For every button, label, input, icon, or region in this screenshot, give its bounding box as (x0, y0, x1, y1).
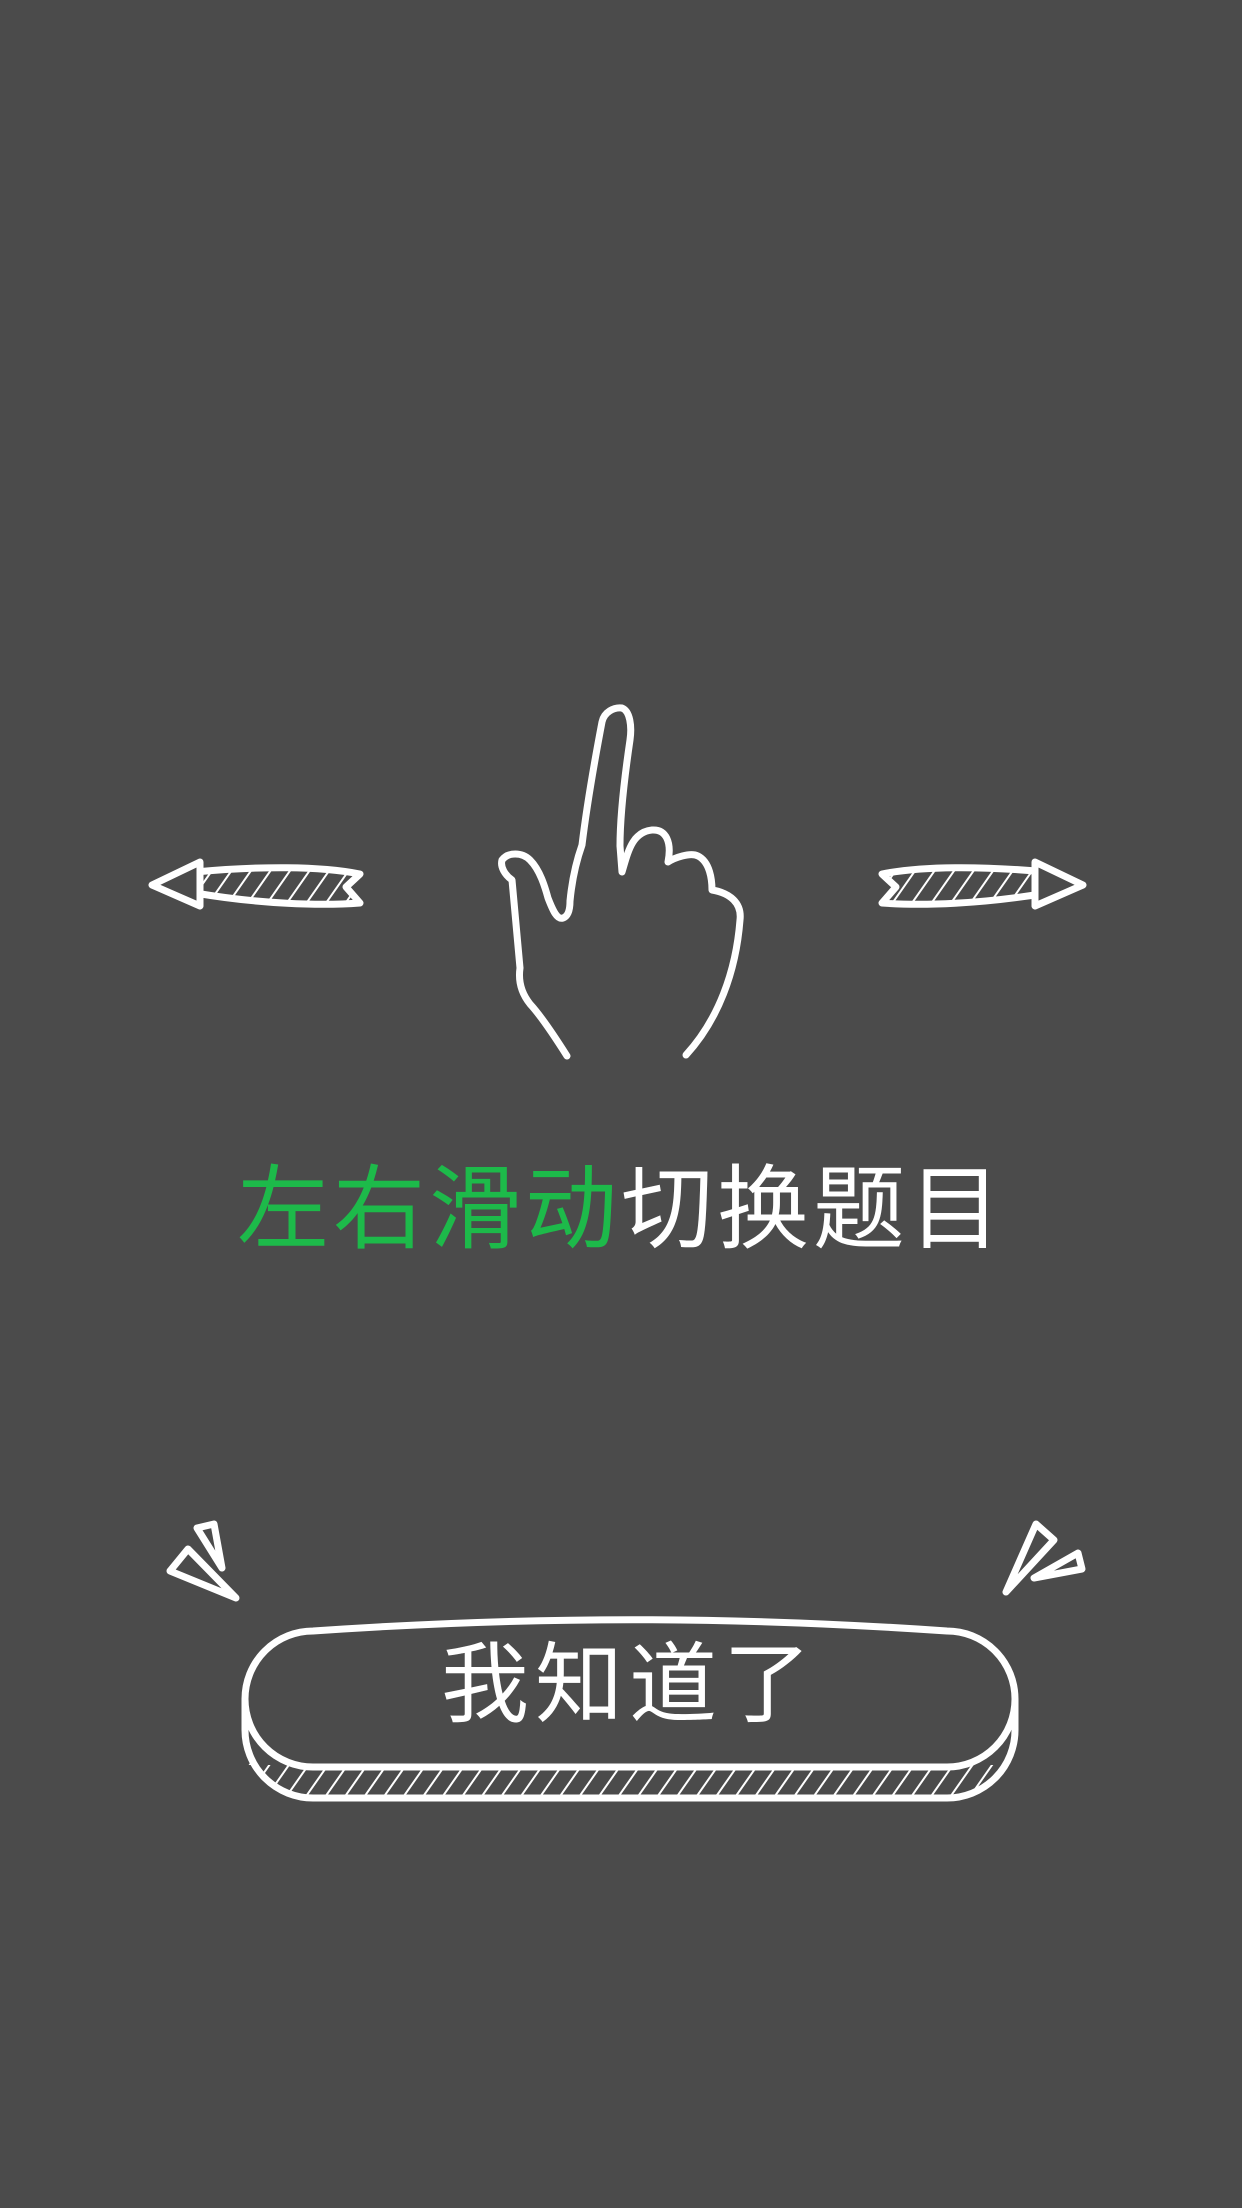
right-arrow-icon (878, 858, 1087, 910)
swipe-hint-text: 切换题目 (621, 1156, 1006, 1263)
confirm-button[interactable]: 我知道了 (245, 1620, 1013, 1750)
swipe-hint: 左右滑动切换题目 (0, 1150, 1242, 1270)
left-arrow-icon (148, 858, 364, 910)
sparkle-icon (1002, 1520, 1086, 1596)
guide-illustration (148, 704, 1087, 1802)
swipe-hint-highlight: 左右滑动 (236, 1156, 621, 1263)
swipe-hand-icon (498, 704, 744, 1060)
sparkle-icon (166, 1520, 240, 1602)
